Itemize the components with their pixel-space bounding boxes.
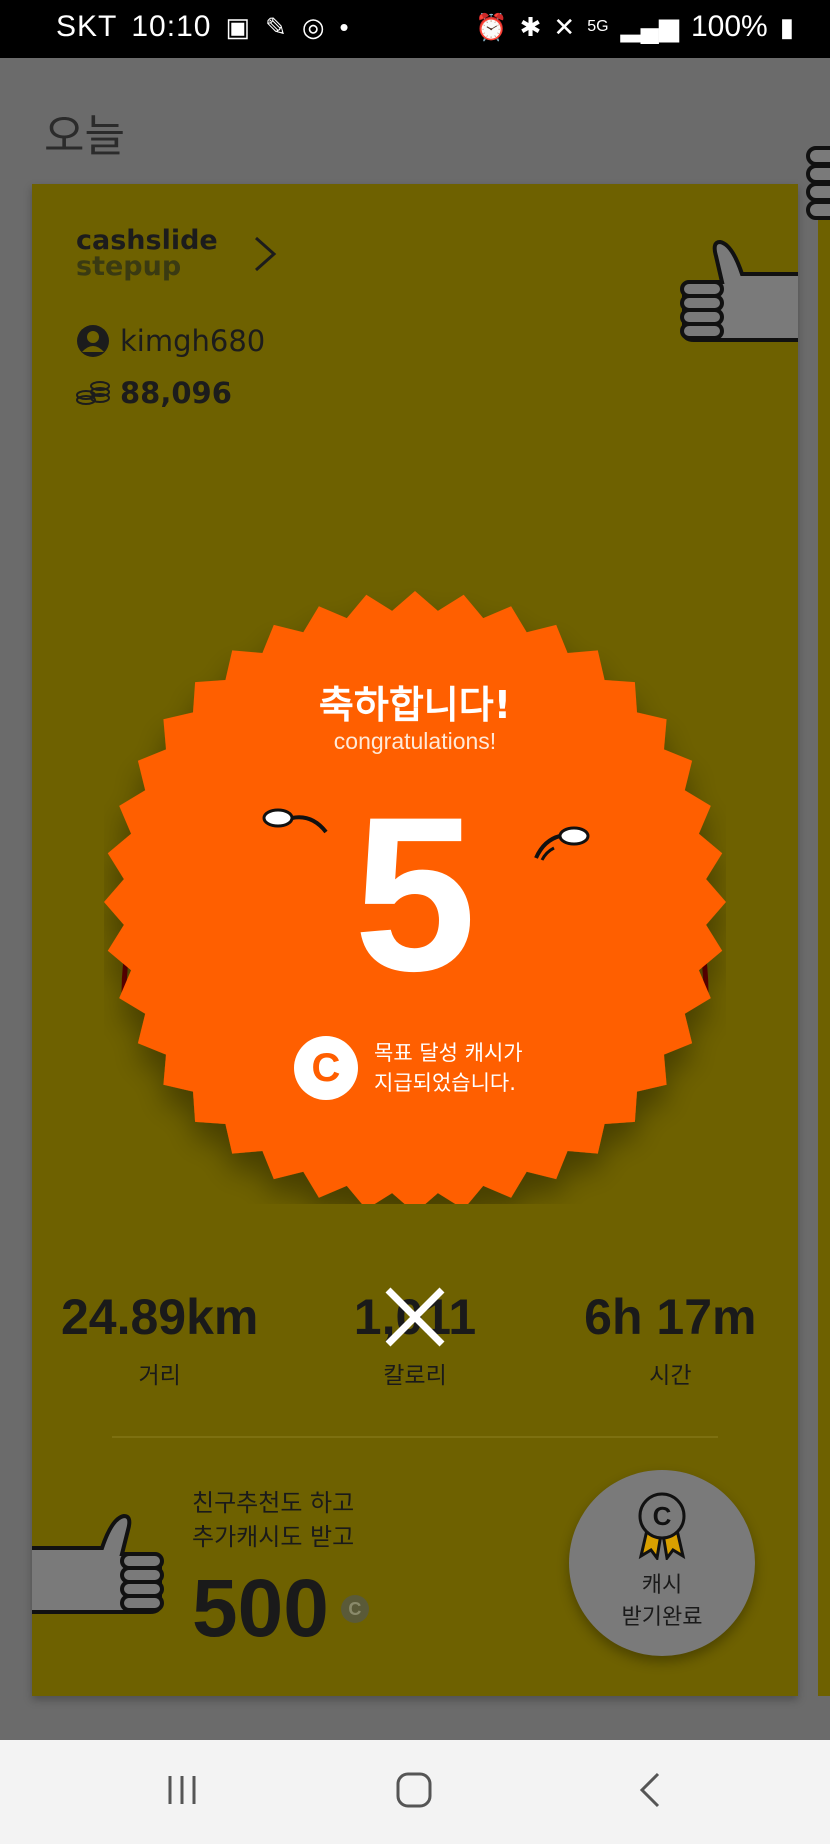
dot-icon: • [339,11,350,42]
home-icon[interactable] [394,1770,434,1810]
stat-label: 거리 [138,1363,181,1389]
user-icon [77,325,109,357]
page-title: 오늘 [44,111,125,162]
promo-amount: 500 [192,1563,329,1654]
brand-logo[interactable]: cashslide stepup [76,227,218,282]
today-card: cashslide stepup kimgh680 88,096 축하합니다! … [32,184,798,1696]
status-bar: SKT 10:10 ▣ ✎ ◎ • ⏰ ✱ ✕ 5G ▂▄▆ 100% ▮ [0,0,830,58]
reward-message: C 목표 달성 캐시가 지급되었습니다. [294,1036,523,1100]
battery-percent: 100% [690,10,768,43]
chevron-right-icon[interactable] [250,234,280,274]
stat-value: 6h 17m [584,1289,757,1345]
alarm-icon: ⏰ [475,11,508,42]
reward-amount: 5 [353,771,477,1017]
coins-icon [76,381,110,405]
reward-message-line1: 목표 달성 캐시가 [374,1041,523,1065]
cash-coin-icon: C [340,1595,369,1623]
stat-label: 시간 [649,1363,692,1389]
referral-promo[interactable]: 친구추천도 하고 추가캐시도 받고 [192,1486,354,1554]
stat-label: 칼로리 [383,1363,447,1389]
time-label: 10:10 [131,10,212,43]
battery-icon: ▮ [779,11,794,42]
divider [112,1436,718,1438]
stat-calories: 1,011 칼로리 [287,1287,542,1390]
app-notification-icon: ✎ [265,11,288,42]
stat-value: 24.89km [60,1289,259,1345]
network-type: 5G [587,18,609,35]
close-icon[interactable] [380,1282,450,1352]
promo-line2: 추가캐시도 받고 [192,1523,355,1551]
system-nav-bar [0,1740,830,1844]
reward-message-line2: 지급되었습니다. [374,1071,516,1095]
cash-coin-icon: C [294,1036,358,1100]
user-row: kimgh680 [76,324,265,358]
bluetooth-icon: ✱ [519,11,542,42]
medal-icon: C [638,1492,686,1560]
cash-balance-row: 88,096 [76,376,232,410]
carrier-label: SKT [56,10,118,43]
congrats-subheading: congratulations! [333,728,497,754]
promo-line1: 친구추천도 하고 [192,1489,355,1517]
mute-icon: ✕ [553,11,576,42]
stats-row: 24.89km 거리 1,011 칼로리 6h 17m 시간 [32,1287,798,1390]
signal-icon: ▂▄▆ [620,11,679,42]
sync-icon: ◎ [301,11,326,42]
next-card-peek[interactable] [818,184,830,1696]
thumbs-up-icon [32,1513,164,1614]
stat-distance: 24.89km 거리 [32,1288,287,1390]
recent-apps-icon[interactable] [162,1770,202,1810]
collect-line2: 받기완료 [621,1605,703,1630]
promo-amount-row[interactable]: 500 C [192,1562,369,1656]
back-icon[interactable] [630,1770,670,1810]
svg-text:C: C [653,1501,672,1531]
collect-cash-button[interactable]: C 캐시 받기완료 [569,1470,755,1656]
thumbs-up-icon [806,146,830,220]
brand-line2: stepup [76,251,182,282]
gallery-icon: ▣ [225,11,252,42]
cash-balance: 88,096 [120,376,232,410]
collect-line1: 캐시 [641,1573,683,1598]
thumbs-up-icon [680,239,798,342]
username: kimgh680 [120,324,266,358]
stat-time: 6h 17m 시간 [543,1288,798,1390]
congrats-heading: 축하합니다! [318,683,512,727]
